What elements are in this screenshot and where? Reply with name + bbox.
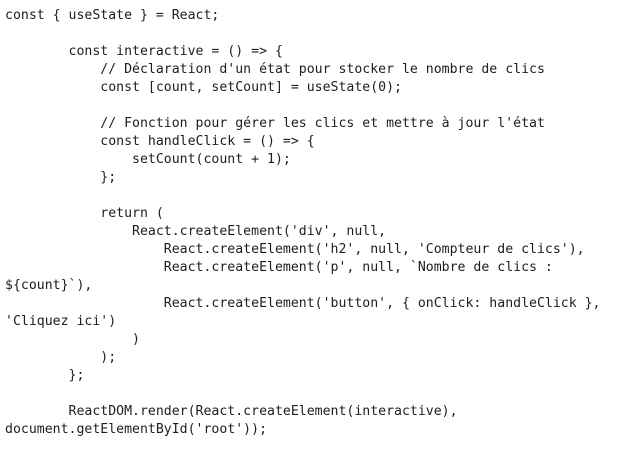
code-line: // Fonction pour gérer les clics et mett… [5, 116, 545, 131]
code-line: ${count}`), [5, 278, 93, 293]
code-line: }; [5, 368, 85, 383]
code-line: React.createElement('button', { onClick:… [5, 296, 601, 311]
code-line: return ( [5, 206, 164, 221]
code-line: React.createElement('h2', null, 'Compteu… [5, 242, 585, 257]
code-line: React.createElement('p', null, `Nombre d… [5, 260, 553, 275]
code-line: ); [5, 350, 117, 365]
code-line: const [count, setCount] = useState(0); [5, 80, 402, 95]
code-line: const interactive = () => { [5, 44, 283, 59]
code-line: const handleClick = () => { [5, 134, 315, 149]
code-line: }; [5, 170, 117, 185]
code-block: const { useState } = React; const intera… [5, 7, 637, 439]
code-line: 'Cliquez ici') [5, 314, 117, 329]
code-line: // Déclaration d'un état pour stocker le… [5, 62, 545, 77]
code-line: ) [5, 332, 140, 347]
code-line: React.createElement('div', null, [5, 224, 387, 239]
code-line: const { useState } = React; [5, 8, 220, 23]
code-line: document.getElementById('root')); [5, 422, 268, 437]
code-line: ReactDOM.render(React.createElement(inte… [5, 404, 458, 419]
code-line: setCount(count + 1); [5, 152, 291, 167]
